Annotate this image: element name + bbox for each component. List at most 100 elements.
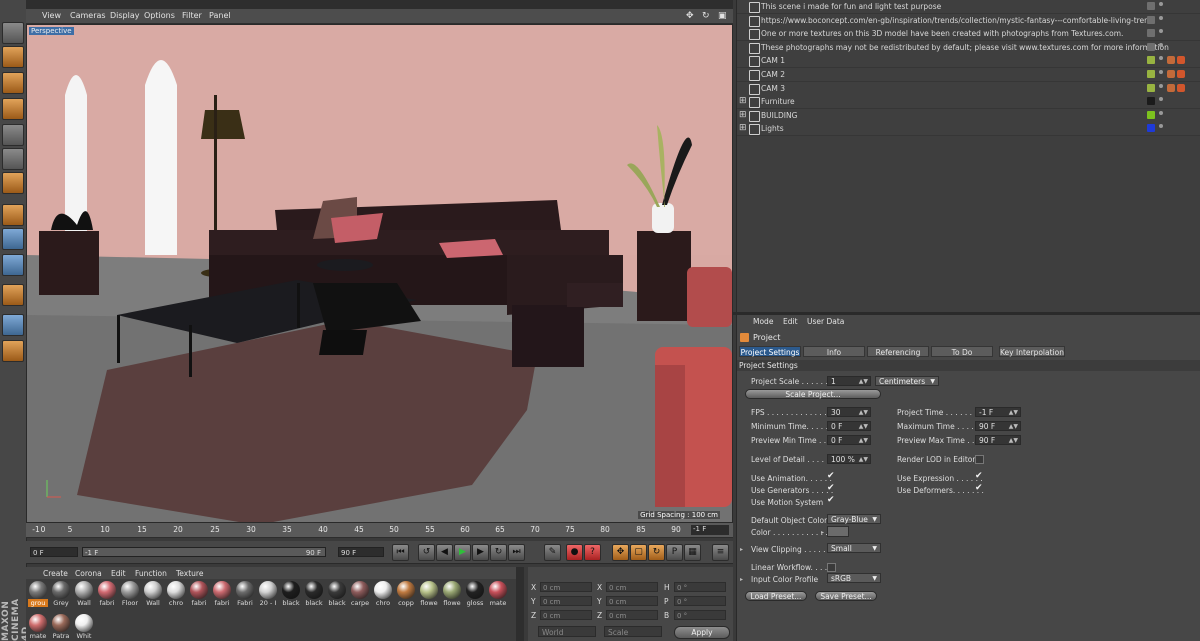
material-swatch[interactable]: black	[281, 581, 301, 607]
material-swatch[interactable]: carpe	[350, 581, 370, 607]
project-scale-field[interactable]: 1 ▲▼	[827, 376, 871, 386]
material-swatch[interactable]: black	[327, 581, 347, 607]
preview-range-slider[interactable]: -1 F 90 F	[82, 547, 326, 557]
use-deformers-checkbox[interactable]: ✔	[975, 483, 983, 493]
workplane-icon[interactable]	[2, 98, 24, 120]
use-expression-checkbox[interactable]: ✔	[975, 471, 983, 481]
visibility-dot-icon[interactable]	[1159, 15, 1163, 20]
rot-p-field[interactable]: 0 °	[674, 596, 726, 606]
visibility-dot-icon[interactable]	[1159, 2, 1163, 6]
layer-icon[interactable]	[1147, 2, 1155, 10]
input-profile-dropdown[interactable]: sRGB ▼	[827, 573, 881, 583]
load-preset-button[interactable]: Load Preset...	[745, 591, 807, 601]
preview-max-field[interactable]: 90 F ▲▼	[975, 435, 1021, 445]
render-tag-icon[interactable]	[1177, 56, 1185, 65]
visibility-dot-icon[interactable]	[1159, 29, 1163, 34]
color-swatch[interactable]	[827, 526, 849, 537]
use-motion-checkbox[interactable]: ✔	[827, 495, 835, 505]
target-tag-icon[interactable]	[1167, 56, 1175, 65]
layer-icon[interactable]	[1147, 29, 1155, 38]
preview-min-field[interactable]: 0 F ▲▼	[827, 435, 871, 445]
key-scale-icon[interactable]: ▢	[630, 544, 647, 561]
previous-frame-icon[interactable]: ◀	[436, 544, 453, 561]
menu-filter[interactable]: Filter	[182, 11, 202, 20]
scale-project-button[interactable]: Scale Project...	[745, 389, 881, 399]
material-swatch[interactable]: flowe	[442, 581, 462, 607]
previous-key-icon[interactable]: ↺	[418, 544, 435, 561]
grid-icon[interactable]	[2, 340, 24, 362]
material-menu-edit[interactable]: Edit	[111, 569, 126, 578]
tweak-mode-icon[interactable]	[2, 228, 24, 250]
use-generators-checkbox[interactable]: ✔	[827, 483, 835, 493]
material-scrollbar[interactable]	[516, 567, 524, 641]
polygons-mode-icon[interactable]	[2, 172, 24, 194]
render-tag-icon[interactable]	[1177, 70, 1185, 78]
fps-field[interactable]: 30 ▲▼	[827, 407, 871, 417]
attr-menu-edit[interactable]: Edit	[783, 317, 798, 326]
go-to-start-icon[interactable]: ⏮	[392, 544, 409, 561]
lock-workplane-icon[interactable]	[2, 314, 24, 336]
points-mode-icon[interactable]	[2, 124, 24, 146]
visibility-dot-icon[interactable]	[1159, 124, 1163, 129]
render-lod-checkbox[interactable]	[975, 455, 984, 464]
model-mode-icon[interactable]	[2, 46, 24, 68]
material-menu-texture[interactable]: Texture	[176, 569, 203, 578]
object-row[interactable]: One or more textures on this 3D model ha…	[737, 27, 1200, 42]
snap-icon[interactable]	[2, 254, 24, 276]
record-keys-icon[interactable]: ●	[566, 544, 583, 561]
layer-color-swatch[interactable]	[1147, 97, 1155, 106]
object-row[interactable]: ⊞ BUILDING	[737, 108, 1200, 123]
timeline-settings-icon[interactable]: ≡	[712, 544, 729, 561]
viewport-perspective[interactable]: Perspective Grid Spacing : 100 cm	[26, 24, 733, 523]
material-swatch[interactable]: Grey	[51, 581, 71, 607]
object-row[interactable]: https://www.boconcept.com/en-gb/inspirat…	[737, 13, 1200, 28]
magnet-icon[interactable]	[2, 284, 24, 306]
layer-color-swatch[interactable]	[1147, 56, 1155, 65]
material-swatch[interactable]: copp	[396, 581, 416, 607]
expand-icon[interactable]: ⊞	[739, 110, 747, 120]
project-time-field[interactable]: -1 F ▲▼	[975, 407, 1021, 417]
key-pla-icon[interactable]: ▦	[684, 544, 701, 561]
edges-mode-icon[interactable]	[2, 148, 24, 170]
size-y-field[interactable]: 0 cm	[606, 596, 658, 606]
object-row[interactable]: CAM 3	[737, 81, 1200, 96]
material-swatch[interactable]: Wall	[143, 581, 163, 607]
save-preset-button[interactable]: Save Preset...	[815, 591, 877, 601]
tab-key-interpolation[interactable]: Key Interpolation	[999, 346, 1065, 357]
material-swatch[interactable]: fabri	[97, 581, 117, 607]
material-swatch[interactable]: fabri	[212, 581, 232, 607]
visibility-dot-icon[interactable]	[1159, 83, 1163, 88]
material-swatch[interactable]: gloss	[465, 581, 485, 607]
menu-cameras[interactable]: Cameras	[70, 11, 106, 20]
object-row[interactable]: ⊞ Furniture	[737, 95, 1200, 110]
visibility-dot-icon[interactable]	[1159, 56, 1163, 61]
material-swatch[interactable]: Wall	[74, 581, 94, 607]
material-swatch[interactable]: flowe	[419, 581, 439, 607]
layer-color-swatch[interactable]	[1147, 83, 1155, 92]
expand-icon[interactable]: ⊞	[739, 123, 747, 133]
size-x-field[interactable]: 0 cm	[606, 582, 658, 592]
menu-panel[interactable]: Panel	[209, 11, 231, 20]
next-key-icon[interactable]: ↻	[490, 544, 507, 561]
material-swatch[interactable]: chro	[373, 581, 393, 607]
key-parameter-icon[interactable]: P	[666, 544, 683, 561]
default-color-dropdown[interactable]: Gray-Blue ▼	[827, 514, 881, 524]
color-expand-icon[interactable]: ▸	[821, 529, 824, 536]
layer-icon[interactable]	[1147, 15, 1155, 24]
end-frame-field[interactable]: 90 F	[338, 547, 384, 557]
material-swatch[interactable]: Floor	[120, 581, 140, 607]
timeline-ruler[interactable]: -1 0 5 10 15 20 25 30 35 40 45 50 55 60 …	[26, 523, 733, 538]
play-icon[interactable]: ▶	[454, 544, 471, 561]
texture-mode-icon[interactable]	[2, 72, 24, 94]
current-frame-field[interactable]: -1 F	[691, 525, 729, 535]
coordinate-mode-dropdown[interactable]: Scale	[604, 626, 662, 637]
target-tag-icon[interactable]	[1167, 83, 1175, 92]
use-animation-checkbox[interactable]: ✔	[827, 471, 835, 481]
material-swatch[interactable]: fabri	[189, 581, 209, 607]
lod-field[interactable]: 100 % ▲▼	[827, 454, 871, 464]
target-tag-icon[interactable]	[1167, 70, 1175, 78]
material-swatch[interactable]: chro	[166, 581, 186, 607]
apply-button[interactable]: Apply	[674, 626, 730, 639]
maximize-view-icon[interactable]: ▣	[718, 11, 727, 21]
material-menu-corona[interactable]: Corona	[75, 569, 102, 578]
